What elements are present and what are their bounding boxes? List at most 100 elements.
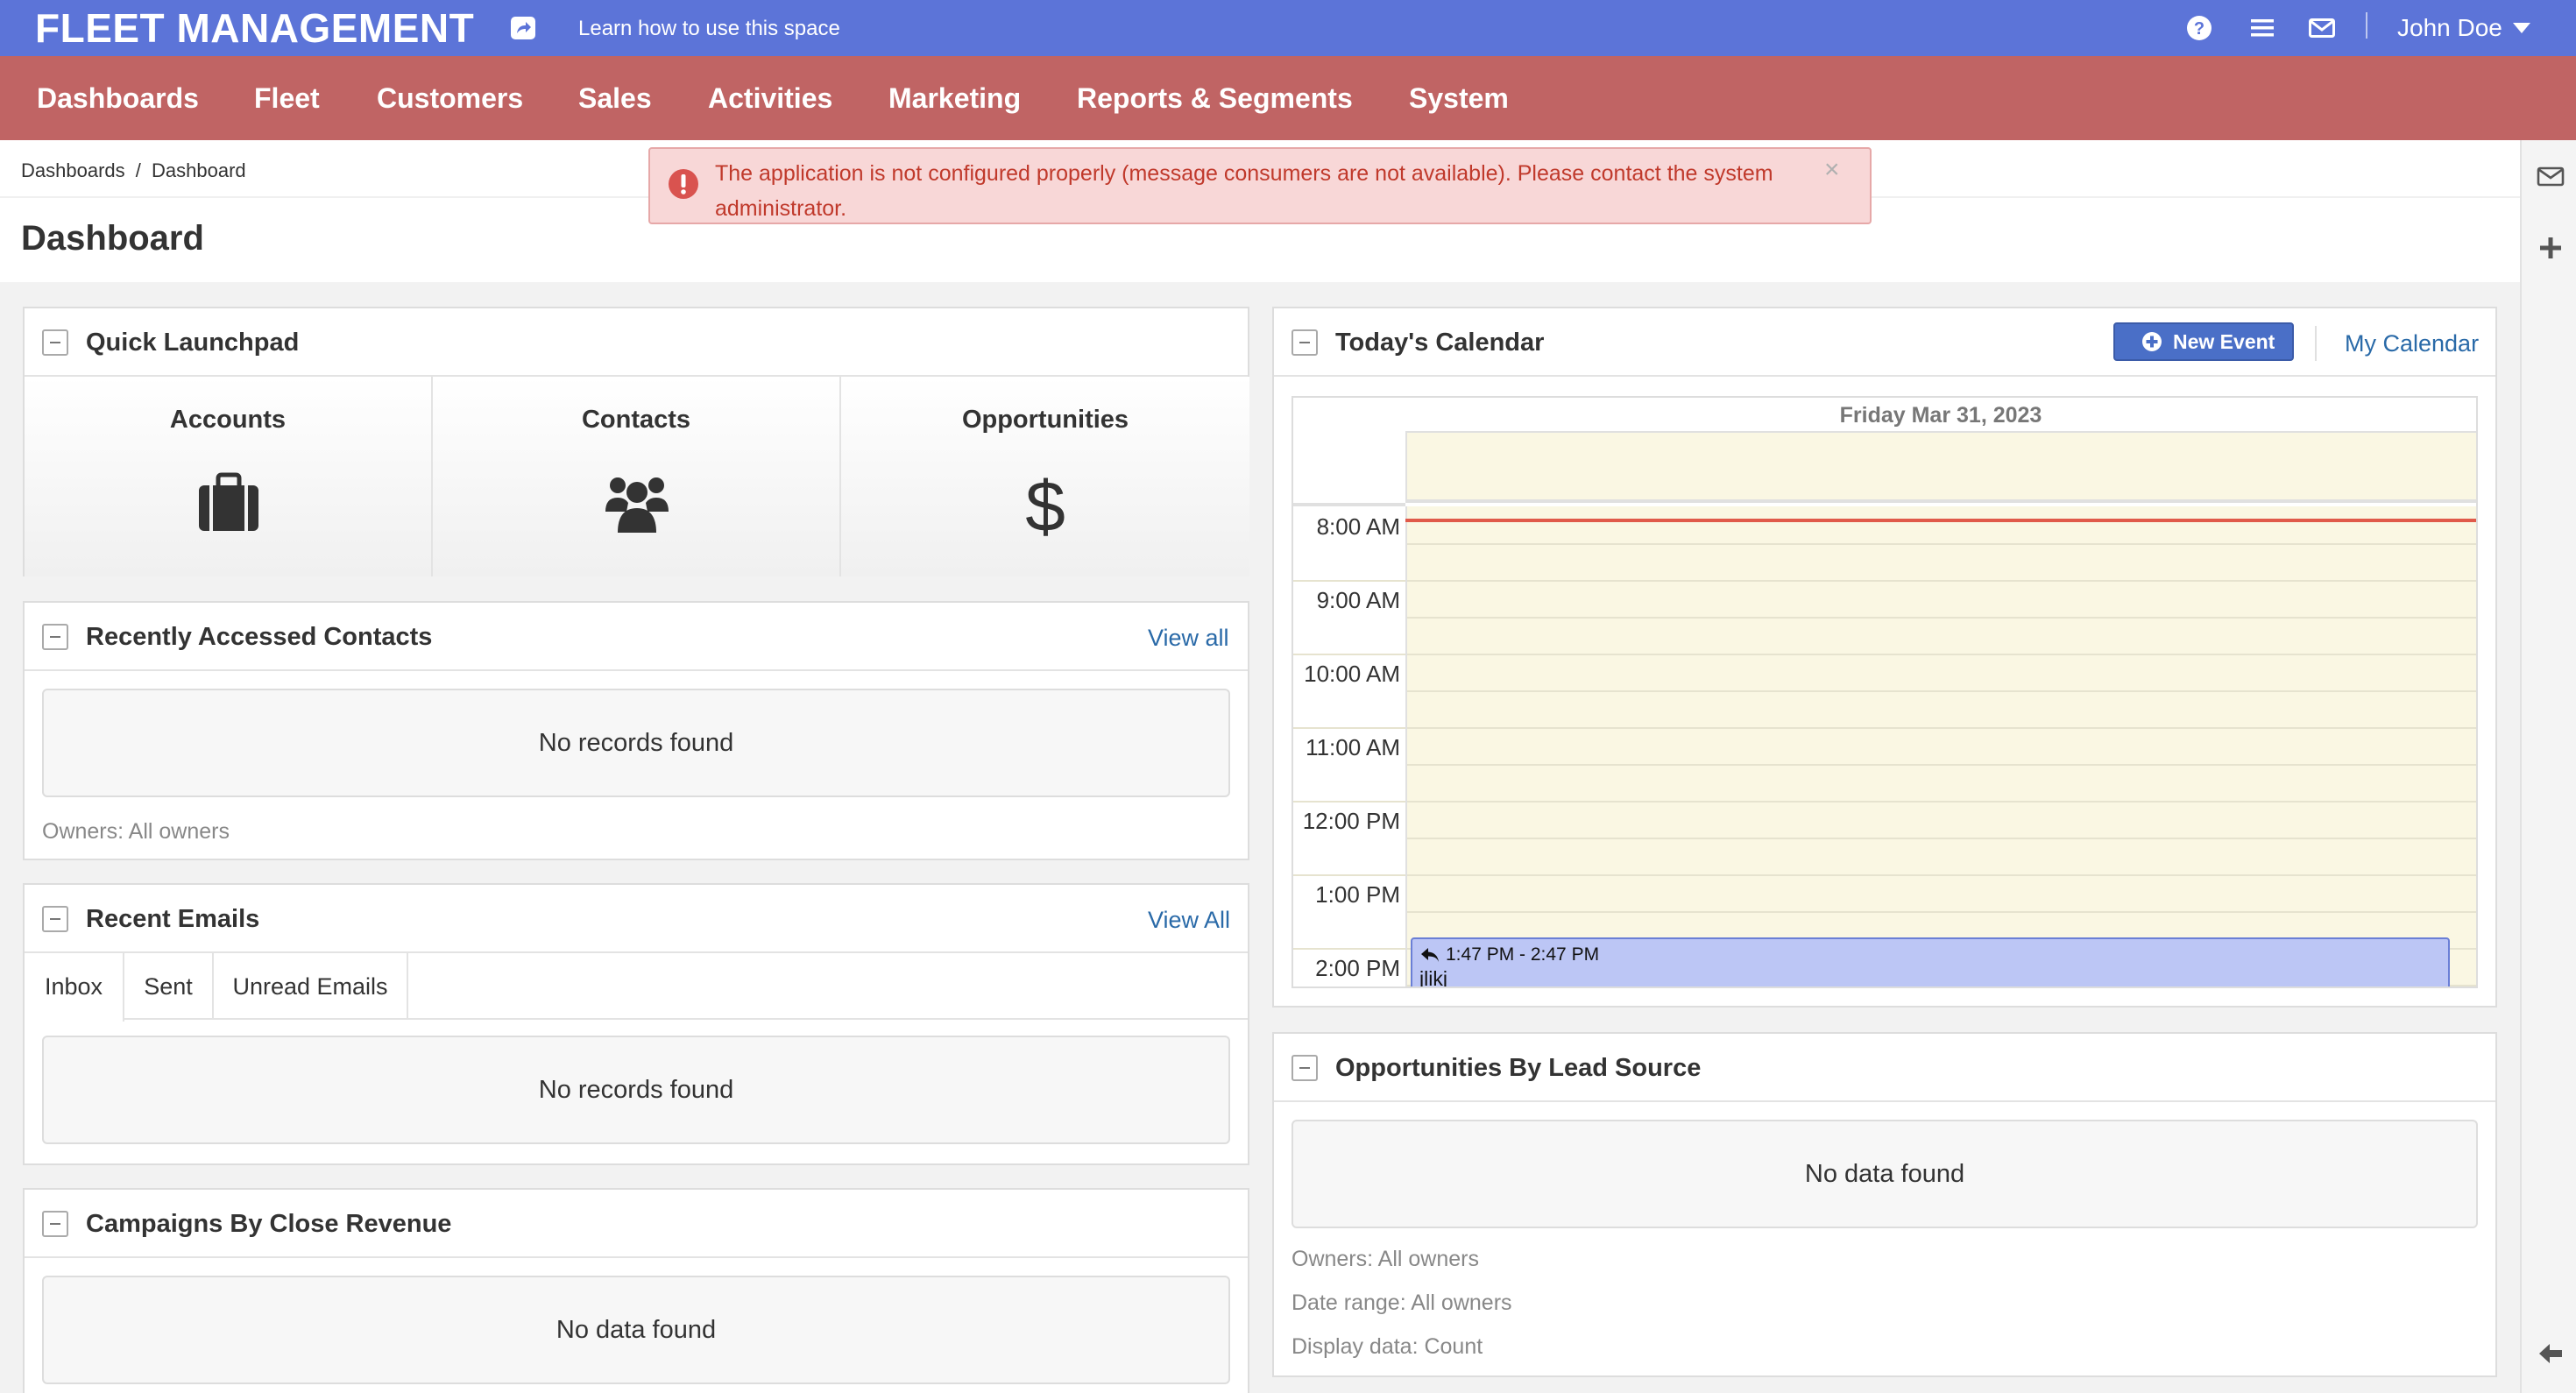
help-icon[interactable]: ?	[2185, 14, 2213, 42]
app-title[interactable]: FLEET MANAGEMENT	[35, 5, 474, 51]
tab-unread-emails[interactable]: Unread Emails	[214, 953, 408, 1020]
time-label: 1:00 PM	[1315, 881, 1400, 908]
nav-activities[interactable]: Activities	[708, 81, 832, 116]
empty-state: No records found	[42, 689, 1230, 797]
nav-reports-segments[interactable]: Reports & Segments	[1077, 81, 1353, 116]
gutter-line	[1293, 727, 1405, 729]
tab-inbox[interactable]: Inbox	[25, 953, 124, 1022]
menu-icon[interactable]	[2248, 14, 2276, 42]
breadcrumb: Dashboards / Dashboard	[21, 158, 246, 184]
nav-system[interactable]: System	[1409, 81, 1509, 116]
nav-sales[interactable]: Sales	[578, 81, 652, 116]
error-alert: The application is not configured proper…	[648, 147, 1872, 224]
nav-customers[interactable]: Customers	[377, 81, 523, 116]
my-calendar-link[interactable]: My Calendar	[2345, 328, 2479, 359]
arrow-left-icon[interactable]	[2536, 1339, 2565, 1368]
widget-title: Today's Calendar	[1335, 329, 1545, 357]
launchpad-label: Accounts	[169, 406, 287, 434]
calendar-body[interactable]	[1405, 506, 2476, 986]
plus-icon[interactable]	[2536, 233, 2565, 263]
recent-emails-widget: Recent Emails View All Inbox Sent Unread…	[23, 883, 1249, 1165]
slot-line	[1407, 764, 2476, 766]
slot-line	[1407, 801, 2476, 803]
breadcrumb-separator: /	[135, 159, 141, 181]
collapse-button[interactable]	[42, 624, 68, 650]
collapse-button[interactable]	[42, 329, 68, 356]
owners-filter: Owners: All owners	[1292, 1247, 1479, 1271]
time-label: 10:00 AM	[1304, 661, 1400, 687]
right-sidebar	[2520, 140, 2576, 1393]
gutter-line	[1293, 874, 1405, 876]
exclamation-icon	[669, 169, 698, 199]
display-data-filter: Display data: Count	[1292, 1334, 1483, 1359]
slot-line	[1407, 874, 2476, 876]
page-title: Dashboard	[21, 219, 204, 258]
chevron-down-icon[interactable]	[2513, 23, 2530, 33]
view-all-link[interactable]: View all	[1148, 622, 1229, 654]
collapse-button[interactable]	[1292, 1055, 1318, 1081]
close-icon[interactable]: ×	[1824, 154, 1840, 186]
nav-marketing[interactable]: Marketing	[888, 81, 1021, 116]
quick-launchpad-widget: Quick Launchpad Accounts Contacts Opport…	[23, 307, 1249, 576]
campaigns-widget: Campaigns By Close Revenue No data found	[23, 1188, 1249, 1393]
calendar-grid[interactable]: Friday Mar 31, 2023 8:00 AM 9:00 AM 10:0…	[1292, 396, 2478, 988]
svg-text:?: ?	[2194, 19, 2204, 39]
launchpad-contacts[interactable]: Contacts	[433, 377, 841, 576]
dollar-icon: $	[1025, 468, 1065, 538]
alert-message: The application is not configured proper…	[715, 161, 1773, 221]
slot-line	[1407, 654, 2476, 655]
recent-contacts-widget: Recently Accessed Contacts View all No r…	[23, 601, 1249, 860]
nav-fleet[interactable]: Fleet	[254, 81, 320, 116]
all-day-gutter	[1293, 433, 1405, 506]
widget-title: Quick Launchpad	[86, 329, 300, 357]
collapse-button[interactable]	[42, 906, 68, 932]
share-icon[interactable]	[510, 16, 536, 40]
all-day-row[interactable]	[1405, 433, 2476, 503]
launchpad-label: Contacts	[581, 406, 691, 434]
widget-header: Campaigns By Close Revenue	[25, 1190, 1248, 1258]
tab-sent[interactable]: Sent	[124, 953, 214, 1020]
empty-state: No data found	[1292, 1120, 2478, 1228]
gutter-line	[1293, 801, 1405, 803]
email-tabs: Inbox Sent Unread Emails	[25, 953, 1248, 1022]
widget-header: Today's Calendar New Event My Calendar	[1274, 308, 2495, 377]
collapse-button[interactable]	[1292, 329, 1318, 356]
collapse-button[interactable]	[42, 1211, 68, 1237]
calendar-widget: Today's Calendar New Event My Calendar F…	[1272, 307, 2497, 1008]
header-separator	[2315, 326, 2317, 361]
breadcrumb-parent[interactable]: Dashboards	[21, 159, 125, 181]
learn-link[interactable]: Learn how to use this space	[578, 16, 840, 42]
widget-header: Opportunities By Lead Source	[1274, 1034, 2495, 1102]
slot-line	[1407, 727, 2476, 729]
launchpad-label: Opportunities	[961, 406, 1129, 434]
users-icon	[605, 477, 669, 533]
breadcrumb-current: Dashboard	[152, 159, 246, 181]
widget-header: Recently Accessed Contacts View all	[25, 603, 1248, 671]
envelope-icon[interactable]	[2536, 161, 2565, 191]
gutter-line	[1293, 654, 1405, 655]
launchpad-opportunities[interactable]: Opportunities $	[841, 377, 1249, 576]
time-label: 11:00 AM	[1306, 734, 1400, 760]
empty-state: No data found	[42, 1276, 1230, 1384]
time-label: 2:00 PM	[1315, 955, 1400, 981]
calendar-event[interactable]: 1:47 PM - 2:47 PM jlikj	[1411, 937, 2450, 986]
empty-state: No records found	[42, 1036, 1230, 1144]
new-event-button[interactable]: New Event	[2113, 322, 2294, 361]
nav-dashboards[interactable]: Dashboards	[37, 81, 199, 116]
widget-header: Quick Launchpad	[25, 308, 1248, 377]
widget-title: Recently Accessed Contacts	[86, 623, 433, 651]
new-event-label: New Event	[2173, 330, 2275, 353]
launchpad-accounts[interactable]: Accounts	[25, 377, 433, 576]
time-label: 9:00 AM	[1316, 587, 1400, 613]
widget-title: Opportunities By Lead Source	[1335, 1054, 1702, 1082]
event-time: 1:47 PM - 2:47 PM	[1446, 944, 1600, 965]
slot-line	[1407, 911, 2476, 913]
calendar-date-header: Friday Mar 31, 2023	[1405, 398, 2476, 433]
widget-header: Recent Emails View All	[25, 885, 1248, 953]
plus-circle-icon	[2142, 332, 2162, 351]
time-label: 12:00 PM	[1302, 808, 1400, 834]
user-menu[interactable]: John Doe	[2397, 12, 2502, 44]
mail-icon[interactable]	[2308, 14, 2336, 42]
view-all-link[interactable]: View All	[1148, 904, 1230, 936]
slot-line	[1407, 543, 2476, 545]
